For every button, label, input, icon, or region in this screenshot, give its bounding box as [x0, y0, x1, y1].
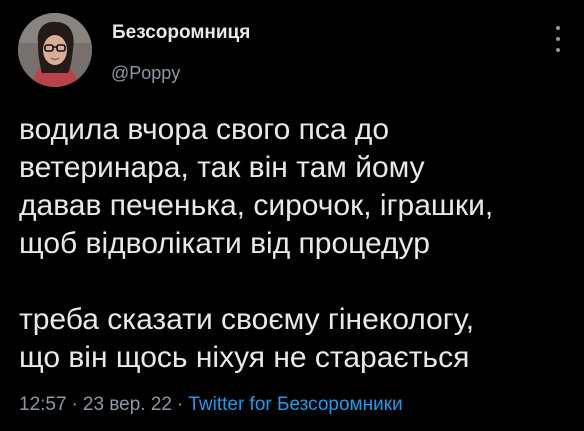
avatar[interactable]	[18, 13, 92, 87]
tweet-line: ветеринара, так він там йому	[19, 151, 425, 184]
tweet-text: водила вчора свого пса до ветеринара, та…	[19, 111, 574, 377]
tweet-source-link[interactable]: Twitter for Безсоромники	[188, 394, 402, 415]
tweet-date[interactable]: 23 вер. 22	[83, 394, 172, 415]
tweet-line: що він щось ніхуя не старається	[19, 341, 470, 374]
more-vertical-icon[interactable]	[551, 26, 565, 52]
tweet-line: щоб відволікати від процедур	[19, 227, 430, 260]
meta-separator: ·	[71, 394, 78, 415]
tweet-card: Безсоромниця @Poppy водила вчора свого п…	[0, 0, 584, 431]
tweet-metadata: 12:57 · 23 вер. 22 · Twitter for Безсоромник…	[19, 394, 403, 416]
tweet-time[interactable]: 12:57	[19, 394, 67, 415]
more-dot	[556, 37, 560, 41]
tweet-line: треба сказати своєму гінекологу,	[19, 303, 475, 336]
user-avatar-icon	[18, 13, 92, 87]
tweet-line: водила вчора свого пса до	[19, 113, 390, 146]
tweet-line: давав печенька, сирочок, іграшки,	[19, 189, 494, 222]
more-dot	[556, 26, 560, 30]
meta-separator: ·	[177, 394, 184, 415]
user-handle[interactable]: @Poppy	[111, 63, 180, 84]
more-dot	[556, 48, 560, 52]
display-name[interactable]: Безсоромниця	[112, 22, 250, 44]
